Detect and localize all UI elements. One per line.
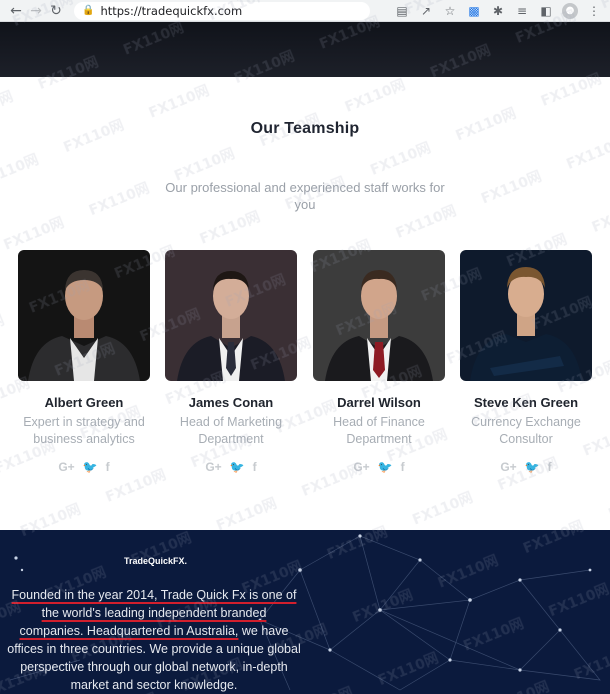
star-icon[interactable]: ☆: [440, 2, 460, 20]
translate-icon[interactable]: ▤: [392, 2, 412, 20]
footer-brand[interactable]: TradeQuickFX.: [124, 556, 187, 566]
social-links: G+ 🐦 f: [313, 460, 445, 474]
google-plus-icon[interactable]: G+: [353, 460, 369, 474]
highlighted-text: companies. Headquartered in Australia,: [19, 624, 239, 638]
reload-icon[interactable]: ↻: [46, 1, 66, 21]
section-subtitle: Our professional and experienced staff w…: [165, 180, 445, 212]
sidepanel-icon[interactable]: ◧: [536, 2, 556, 20]
reading-list-icon[interactable]: ≡: [512, 2, 532, 20]
google-plus-icon[interactable]: G+: [58, 460, 74, 474]
hero-banner: [0, 22, 610, 77]
facebook-icon[interactable]: f: [548, 460, 552, 474]
url-text: https://tradequickfx.com: [100, 3, 243, 18]
share-icon[interactable]: ↗: [416, 2, 436, 20]
google-plus-icon[interactable]: G+: [205, 460, 221, 474]
twitter-icon[interactable]: 🐦: [525, 460, 540, 474]
facebook-icon[interactable]: f: [401, 460, 405, 474]
facebook-icon[interactable]: f: [253, 460, 257, 474]
member-name: Darrel Wilson: [337, 395, 421, 410]
facebook-icon[interactable]: f: [106, 460, 110, 474]
section-title: Our Teamship: [250, 120, 360, 137]
member-name: James Conan: [188, 395, 274, 410]
menu-icon[interactable]: ⋮: [584, 2, 604, 20]
address-bar[interactable]: 🔒 https://tradequickfx.com: [74, 1, 370, 20]
member-role: Head of Marketing Department: [179, 415, 283, 446]
extension-s-icon[interactable]: ▩: [464, 2, 484, 20]
profile-icon[interactable]: ●: [560, 2, 580, 20]
browser-toolbar: ← → ↻ 🔒 https://tradequickfx.com ▤ ↗ ☆ ▩…: [0, 0, 610, 22]
team-member-card: James Conan Head of Marketing Department…: [165, 250, 297, 474]
member-role: Head of Finance Department: [333, 415, 425, 446]
google-plus-icon[interactable]: G+: [500, 460, 516, 474]
member-photo: [460, 250, 592, 381]
footer: TradeQuickFX. Founded in the year 2014, …: [0, 530, 610, 694]
twitter-icon[interactable]: 🐦: [378, 460, 393, 474]
lock-icon[interactable]: 🔒: [82, 5, 94, 16]
member-photo: [313, 250, 445, 381]
team-member-card: Darrel Wilson Head of Finance Department…: [313, 250, 445, 474]
highlighted-text: the world's leading independent branded: [41, 606, 267, 620]
puzzle-icon[interactable]: ✱: [488, 2, 508, 20]
team-member-card: Steve Ken Green Currency Exchange Consul…: [460, 250, 592, 474]
back-icon[interactable]: ←: [6, 1, 26, 21]
member-role: Expert in strategy and business analytic…: [23, 415, 145, 446]
team-section: Our Teamship Our professional and experi…: [0, 77, 610, 530]
twitter-icon[interactable]: 🐦: [230, 460, 245, 474]
member-name: Steve Ken Green: [473, 395, 579, 410]
member-name: Albert Green: [44, 395, 124, 410]
member-role: Currency Exchange Consultor: [471, 415, 581, 446]
team-member-card: Albert Green Expert in strategy and busi…: [18, 250, 150, 474]
social-links: G+ 🐦 f: [460, 460, 592, 474]
twitter-icon[interactable]: 🐦: [83, 460, 98, 474]
forward-icon[interactable]: →: [26, 1, 46, 21]
social-links: G+ 🐦 f: [165, 460, 297, 474]
member-photo: [18, 250, 150, 381]
social-links: G+ 🐦 f: [18, 460, 150, 474]
member-photo: [165, 250, 297, 381]
about-text: Founded in the year 2014, Trade Quick Fx…: [6, 586, 302, 694]
highlighted-text: Founded in the year 2014, Trade Quick Fx…: [11, 588, 297, 602]
